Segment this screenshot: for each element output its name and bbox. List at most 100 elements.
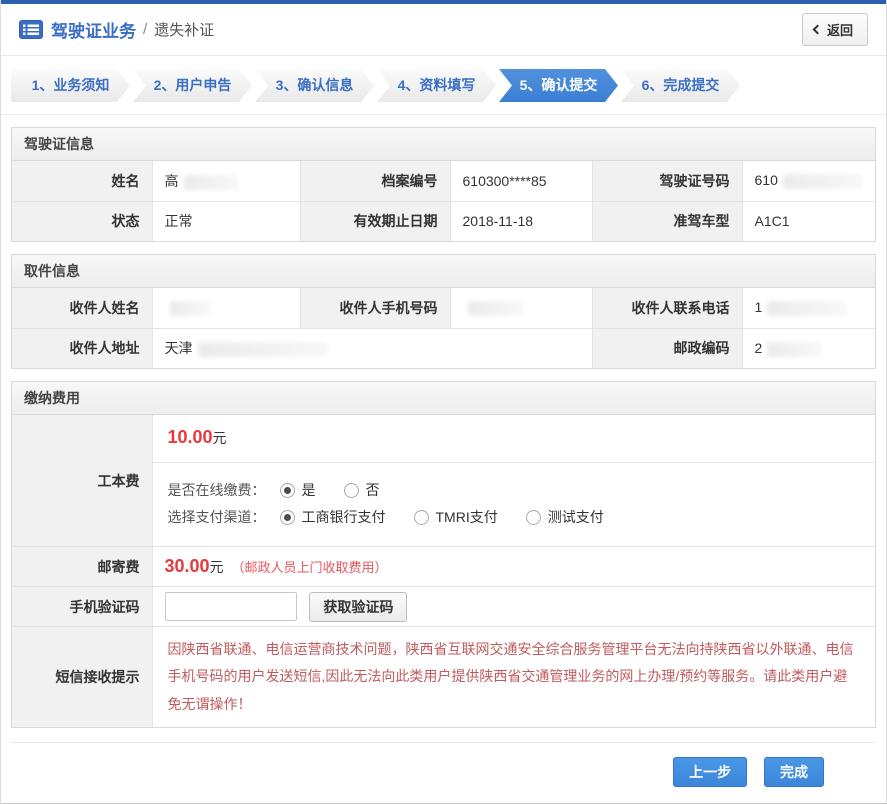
field-label: 有效期止日期	[300, 201, 450, 241]
radio-label: 否	[366, 480, 380, 500]
radio-label: 工商银行支付	[302, 507, 386, 527]
radio-unselected-icon	[414, 510, 429, 525]
radio-selected-icon	[280, 483, 295, 498]
sms-code-cell: 获取验证码	[152, 587, 875, 627]
field-label: 档案编号	[300, 161, 450, 201]
breadcrumb-separator: /	[143, 21, 147, 38]
postage-fee-amount: 30.00	[165, 556, 210, 576]
field-label: 状态	[12, 201, 152, 241]
step-1-business-notes[interactable]: 1、业务须知	[11, 69, 130, 102]
step-2-user-declaration[interactable]: 2、用户申告	[133, 69, 252, 102]
breadcrumb-current: 遗失补证	[154, 19, 214, 40]
postage-fee-unit: 元	[210, 559, 224, 575]
page: 驾驶证业务 / 遗失补证 返回 1、业务须知 2、用户申告 3、确认信息 4、资…	[0, 0, 887, 804]
field-value: 610	[742, 161, 875, 201]
field-label: 工本费	[12, 415, 152, 547]
online-payment-question-row: 是否在线缴费： 是 否	[168, 480, 861, 500]
field-label: 收件人手机号码	[300, 288, 450, 328]
card-fee-amount: 10.00	[168, 427, 213, 447]
postage-fee-note: （邮政人员上门收取费用）	[231, 560, 387, 575]
radio-online-yes[interactable]: 是	[280, 480, 316, 500]
page-title: 驾驶证业务	[51, 17, 136, 42]
field-label: 收件人联系电话	[592, 288, 742, 328]
table-row: 收件人姓名 收件人手机号码 收件人联系电话 1	[12, 288, 875, 328]
page-header: 驾驶证业务 / 遗失补证 返回	[1, 4, 886, 56]
pickup-info-table: 收件人姓名 收件人手机号码 收件人联系电话 1 收件人地址 天津 邮政编码 2	[12, 288, 875, 368]
sms-code-input[interactable]	[165, 592, 297, 621]
redacted-value	[767, 301, 847, 316]
previous-step-button[interactable]: 上一步	[673, 757, 747, 787]
redacted-value	[198, 342, 328, 357]
field-value: 610300****85	[450, 161, 592, 201]
section-pickup-info: 取件信息 收件人姓名 收件人手机号码 收件人联系电话 1 收件人地址 天津 邮政…	[11, 254, 876, 369]
payment-channel-question: 选择支付渠道：	[168, 507, 266, 527]
sms-notice-cell: 因陕西省联通、电信运营商技术问题，陕西省互联网交通安全综合服务管理平台无法向持陕…	[152, 627, 875, 727]
radio-label: 是	[302, 480, 316, 500]
radio-unselected-icon	[526, 510, 541, 525]
redacted-value	[184, 175, 239, 190]
redacted-value	[468, 301, 523, 316]
field-label: 姓名	[12, 161, 152, 201]
radio-online-no[interactable]: 否	[344, 480, 380, 500]
card-fee-amount-row: 10.00元	[153, 415, 876, 463]
step-5-confirm-submit[interactable]: 5、确认提交	[499, 69, 618, 102]
radio-selected-icon	[280, 510, 295, 525]
field-value: 2	[742, 328, 875, 368]
field-label: 手机验证码	[12, 587, 152, 627]
table-row: 工本费 10.00元 是否在线缴费： 是	[12, 415, 875, 547]
field-label: 邮寄费	[12, 547, 152, 587]
online-payment-question: 是否在线缴费：	[168, 480, 266, 500]
table-row: 短信接收提示 因陕西省联通、电信运营商技术问题，陕西省互联网交通安全综合服务管理…	[12, 627, 875, 727]
redacted-value	[767, 342, 822, 357]
table-row: 收件人地址 天津 邮政编码 2	[12, 328, 875, 368]
section-license-info: 驾驶证信息 姓名 高 档案编号 610300****85 驾驶证号码 610 状…	[11, 127, 876, 242]
field-value: 1	[742, 288, 875, 328]
list-icon	[19, 20, 43, 39]
section-title: 缴纳费用	[12, 382, 875, 415]
chevron-left-icon	[813, 25, 823, 35]
payment-channel-question-row: 选择支付渠道： 工商银行支付 TMRI支付 测试支付	[168, 507, 861, 527]
field-value: 正常	[152, 201, 300, 241]
finish-button[interactable]: 完成	[764, 757, 824, 787]
card-fee-cell: 10.00元 是否在线缴费： 是 否	[152, 415, 875, 547]
step-6-complete-submit[interactable]: 6、完成提交	[621, 69, 740, 102]
payment-table: 工本费 10.00元 是否在线缴费： 是	[12, 415, 875, 727]
step-3-confirm-info[interactable]: 3、确认信息	[255, 69, 374, 102]
radio-label: 测试支付	[548, 507, 604, 527]
radio-channel-tmri[interactable]: TMRI支付	[414, 507, 498, 527]
card-fee-unit: 元	[213, 430, 227, 446]
payment-options: 是否在线缴费： 是 否 选择支付渠道：	[153, 463, 876, 546]
redacted-value	[170, 301, 210, 316]
step-wizard: 1、业务须知 2、用户申告 3、确认信息 4、资料填写 5、确认提交 6、完成提…	[1, 56, 886, 115]
field-label: 准驾车型	[592, 201, 742, 241]
table-row: 邮寄费 30.00元 （邮政人员上门收取费用）	[12, 547, 875, 587]
field-value: 高	[152, 161, 300, 201]
radio-unselected-icon	[344, 483, 359, 498]
section-payment-fees: 缴纳费用 工本费 10.00元 是否在线缴费： 是	[11, 381, 876, 728]
section-title: 驾驶证信息	[12, 128, 875, 161]
radio-channel-icbc[interactable]: 工商银行支付	[280, 507, 386, 527]
back-button[interactable]: 返回	[802, 13, 868, 46]
postage-fee-cell: 30.00元 （邮政人员上门收取费用）	[152, 547, 875, 587]
step-4-fill-data[interactable]: 4、资料填写	[377, 69, 496, 102]
radio-channel-test[interactable]: 测试支付	[526, 507, 604, 527]
table-row: 姓名 高 档案编号 610300****85 驾驶证号码 610	[12, 161, 875, 201]
table-row: 手机验证码 获取验证码	[12, 587, 875, 627]
field-value: A1C1	[742, 201, 875, 241]
radio-label: TMRI支付	[436, 507, 498, 527]
footer-actions: 上一步 完成	[11, 742, 876, 803]
field-label: 收件人地址	[12, 328, 152, 368]
table-row: 状态 正常 有效期止日期 2018-11-18 准驾车型 A1C1	[12, 201, 875, 241]
field-label: 邮政编码	[592, 328, 742, 368]
field-label: 短信接收提示	[12, 627, 152, 727]
redacted-value	[783, 174, 863, 189]
get-code-button[interactable]: 获取验证码	[309, 592, 407, 622]
field-value	[152, 288, 300, 328]
section-title: 取件信息	[12, 255, 875, 288]
field-value: 天津	[152, 328, 592, 368]
back-button-label: 返回	[827, 20, 853, 39]
field-value: 2018-11-18	[450, 201, 592, 241]
license-info-table: 姓名 高 档案编号 610300****85 驾驶证号码 610 状态 正常 有…	[12, 161, 875, 241]
sms-notice-text: 因陕西省联通、电信运营商技术问题，陕西省互联网交通安全综合服务管理平台无法向持陕…	[153, 627, 876, 727]
field-label: 收件人姓名	[12, 288, 152, 328]
